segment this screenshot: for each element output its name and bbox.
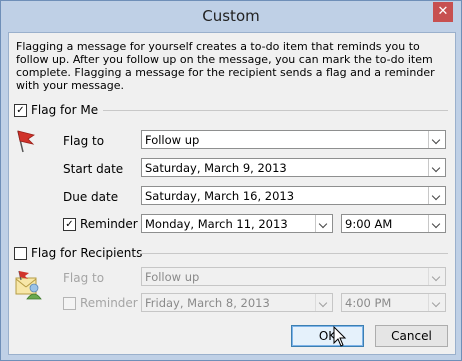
flag-for-me-label: Flag for Me <box>31 103 99 117</box>
flag-to-label: Flag to <box>63 134 105 148</box>
dialog-title: Custom <box>202 7 260 25</box>
flag-for-recipients-row[interactable]: Flag for Recipients <box>14 245 142 261</box>
cancel-button[interactable]: Cancel <box>375 325 448 347</box>
reminder-date-select[interactable]: Monday, March 11, 2013 <box>141 214 333 233</box>
dialog-body: Flagging a message for yourself creates … <box>8 32 456 355</box>
recipient-reminder-row[interactable]: Reminder <box>63 295 138 311</box>
flag-for-recipients-label: Flag for Recipients <box>31 246 143 260</box>
flag-for-me-row[interactable]: ✓ Flag for Me <box>14 102 98 118</box>
chevron-down-icon[interactable] <box>428 187 445 204</box>
chevron-down-icon[interactable] <box>315 294 332 311</box>
start-date-label: Start date <box>63 162 124 176</box>
chevron-down-icon[interactable] <box>428 215 445 232</box>
recipient-flag-to-label: Flag to <box>63 271 105 285</box>
ok-button[interactable]: OK <box>291 325 364 347</box>
recipient-reminder-time-select[interactable]: 4:00 PM <box>341 293 446 312</box>
chevron-down-icon[interactable] <box>428 294 445 311</box>
mouse-cursor-icon <box>333 326 347 347</box>
recipient-reminder-time-value: 4:00 PM <box>345 296 392 310</box>
reminder-label: Reminder <box>80 217 138 231</box>
flag-for-recipients-checkbox[interactable] <box>14 246 27 260</box>
close-icon: ✕ <box>437 4 449 19</box>
title-bar[interactable]: Custom ✕ <box>1 1 461 32</box>
reminder-time-select[interactable]: 9:00 AM <box>341 214 446 233</box>
recipient-flag-icon <box>15 270 42 300</box>
dialog-window: Custom ✕ Flagging a message for yourself… <box>0 0 462 361</box>
flag-for-me-checkbox[interactable]: ✓ <box>14 103 27 117</box>
description-text: Flagging a message for yourself creates … <box>16 40 435 92</box>
reminder-row[interactable]: ✓ Reminder <box>63 216 138 232</box>
recipient-flag-to-select[interactable]: Follow up <box>141 267 446 286</box>
red-flag-icon <box>17 130 35 153</box>
recipient-reminder-label: Reminder <box>80 296 138 310</box>
reminder-time-value: 9:00 AM <box>345 217 393 231</box>
due-date-select[interactable]: Saturday, March 16, 2013 <box>141 186 446 205</box>
flag-to-select[interactable]: Follow up <box>141 130 446 149</box>
section-divider <box>103 110 448 111</box>
recipient-reminder-checkbox[interactable] <box>63 296 76 310</box>
recipient-flag-to-value: Follow up <box>145 270 200 284</box>
close-button[interactable]: ✕ <box>433 2 453 22</box>
chevron-down-icon[interactable] <box>315 215 332 232</box>
recipient-reminder-date-select[interactable]: Friday, March 8, 2013 <box>141 293 333 312</box>
reminder-checkbox[interactable]: ✓ <box>63 217 76 231</box>
chevron-down-icon[interactable] <box>428 159 445 176</box>
flag-to-value: Follow up <box>145 133 200 147</box>
due-date-value: Saturday, March 16, 2013 <box>145 189 295 203</box>
section-divider <box>139 253 448 254</box>
due-date-label: Due date <box>63 190 119 204</box>
reminder-date-value: Monday, March 11, 2013 <box>145 217 288 231</box>
chevron-down-icon[interactable] <box>428 131 445 148</box>
start-date-value: Saturday, March 9, 2013 <box>145 161 287 175</box>
recipient-reminder-date-value: Friday, March 8, 2013 <box>145 296 270 310</box>
chevron-down-icon[interactable] <box>428 268 445 285</box>
start-date-select[interactable]: Saturday, March 9, 2013 <box>141 158 446 177</box>
